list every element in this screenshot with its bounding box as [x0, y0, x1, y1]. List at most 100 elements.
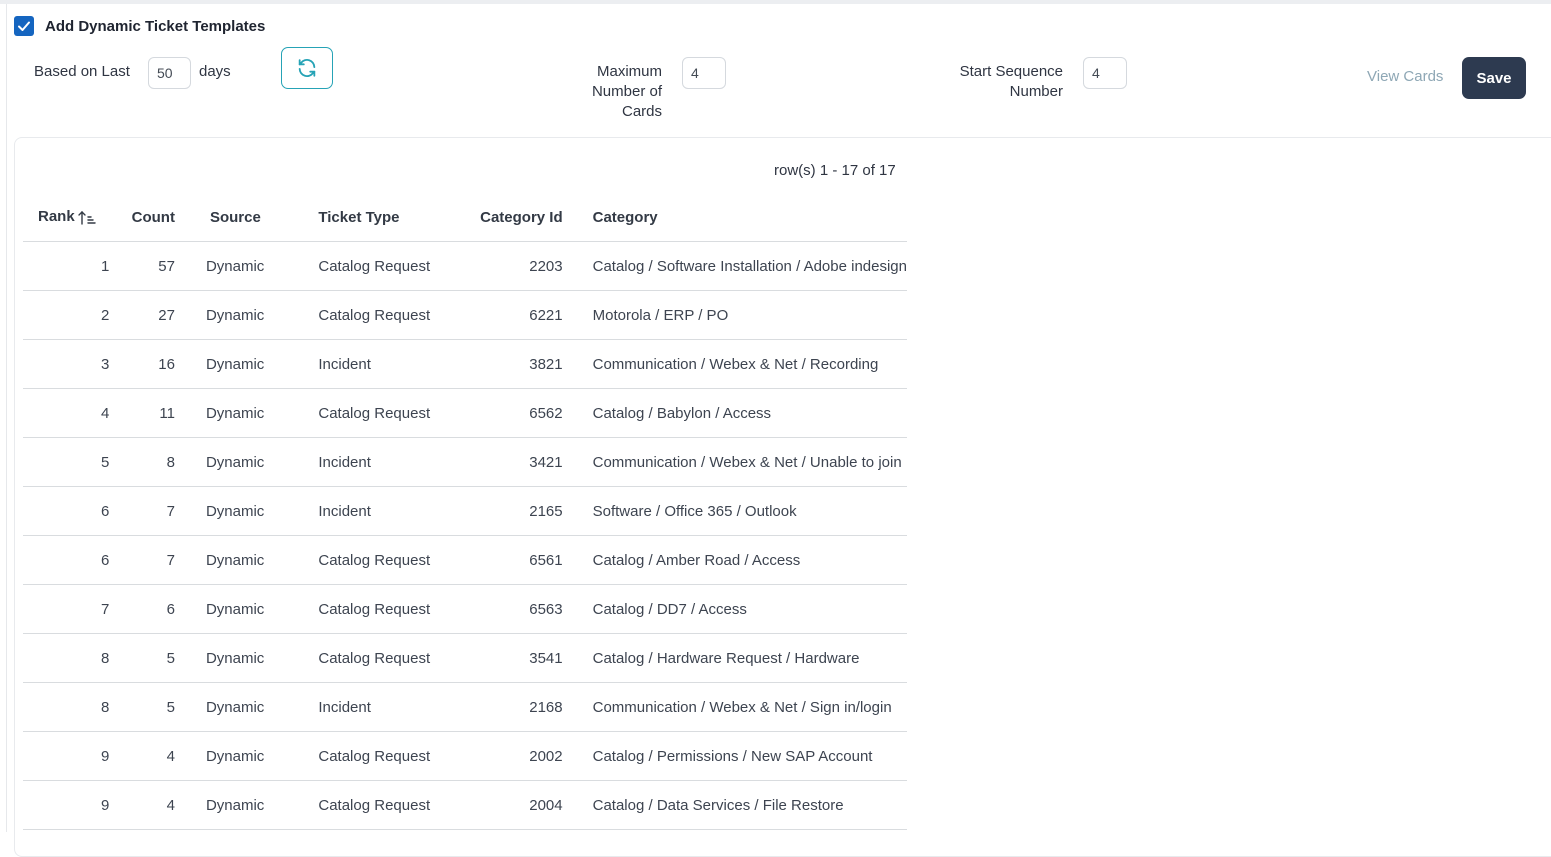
cell-category-id: 2203 — [445, 241, 563, 291]
cell-category: Software / Office 365 / Outlook — [562, 486, 907, 536]
column-header-ticket-type[interactable]: Ticket Type — [318, 193, 446, 242]
column-header-count[interactable]: Count — [109, 193, 175, 242]
cell-rank: 9 — [23, 780, 110, 830]
refresh-button[interactable] — [281, 47, 333, 89]
cell-category-id: 6562 — [445, 388, 563, 438]
start-sequence-label: Start Sequence Number — [940, 62, 1063, 102]
cell-source: Dynamic — [174, 290, 319, 340]
cell-category: Communication / Webex & Net / Recording — [562, 339, 907, 389]
cell-source: Dynamic — [174, 241, 319, 291]
cell-category: Catalog / Data Services / File Restore — [562, 780, 907, 830]
table-row[interactable]: 6 7 Dynamic Incident 2165 Software / Office 3… — [23, 486, 907, 536]
column-header-category[interactable]: Category — [562, 193, 907, 242]
cell-category-id: 3821 — [445, 339, 563, 389]
cell-ticket-type: Catalog Request — [318, 633, 446, 683]
cell-category-id: 2168 — [445, 682, 563, 732]
cell-category: Communication / Webex & Net / Sign in/lo… — [562, 682, 907, 732]
cell-ticket-type: Incident — [318, 339, 446, 389]
cell-ticket-type: Catalog Request — [318, 290, 446, 340]
cell-count: 16 — [109, 339, 175, 389]
cell-category-id: 2165 — [445, 486, 563, 536]
column-header-source[interactable]: Source — [174, 193, 319, 242]
table-body: 1 57 Dynamic Catalog Request 2203 Catalog / S… — [23, 241, 907, 830]
cell-rank: 2 — [23, 290, 110, 340]
max-cards-label-line1: Maximum — [596, 63, 662, 80]
view-cards-link[interactable]: View Cards — [1367, 68, 1443, 85]
table-row[interactable]: 2 27 Dynamic Catalog Request 6221 Motorola / … — [23, 290, 907, 340]
cell-count: 4 — [109, 731, 175, 781]
top-border — [0, 0, 1551, 4]
table-row[interactable]: 9 4 Dynamic Catalog Request 2004 Catalog / Da… — [23, 780, 907, 830]
cell-count: 11 — [109, 388, 175, 438]
cell-ticket-type: Incident — [318, 437, 446, 487]
cell-category-id: 6563 — [445, 584, 563, 634]
table-row[interactable]: 6 7 Dynamic Catalog Request 6561 Catalog / Am… — [23, 535, 907, 585]
cell-count: 8 — [109, 437, 175, 487]
table-row[interactable]: 4 11 Dynamic Catalog Request 6562 Catalog / B… — [23, 388, 907, 438]
cell-category-id: 2002 — [445, 731, 563, 781]
cell-count: 57 — [109, 241, 175, 291]
cell-source: Dynamic — [174, 633, 319, 683]
table-row[interactable]: 3 16 Dynamic Incident 3821 Communication / We… — [23, 339, 907, 389]
max-cards-label-line3: Cards — [621, 103, 662, 120]
cell-count: 5 — [109, 682, 175, 732]
column-header-rank[interactable]: Rank — [23, 193, 110, 242]
cell-count: 7 — [109, 535, 175, 585]
cell-source: Dynamic — [174, 584, 319, 634]
days-input[interactable] — [148, 57, 191, 89]
cell-ticket-type: Catalog Request — [318, 731, 446, 781]
ticket-template-table: Rank Count Source Ticket Type Category I… — [23, 193, 907, 830]
cell-rank: 6 — [23, 486, 110, 536]
cell-ticket-type: Catalog Request — [318, 780, 446, 830]
column-header-category-id[interactable]: Category Id — [445, 193, 563, 242]
max-cards-label-line2: Number of — [591, 83, 662, 100]
cell-ticket-type: Catalog Request — [318, 584, 446, 634]
cell-rank: 1 — [23, 241, 110, 291]
table-row[interactable]: 8 5 Dynamic Incident 2168 Communication / Web… — [23, 682, 907, 732]
cell-category-id: 3541 — [445, 633, 563, 683]
cell-rank: 8 — [23, 633, 110, 683]
cell-category: Catalog / Babylon / Access — [562, 388, 907, 438]
cell-category: Catalog / Amber Road / Access — [562, 535, 907, 585]
cell-category: Catalog / Software Installation / Adobe … — [562, 241, 907, 291]
table-header-row: Rank Count Source Ticket Type Category I… — [23, 193, 907, 242]
cell-source: Dynamic — [174, 731, 319, 781]
cell-category: Communication / Webex & Net / Unable to … — [562, 437, 907, 487]
cell-source: Dynamic — [174, 339, 319, 389]
table-row[interactable]: 8 5 Dynamic Catalog Request 3541 Catalog / Ha… — [23, 633, 907, 683]
cell-rank: 6 — [23, 535, 110, 585]
table-row[interactable]: 9 4 Dynamic Catalog Request 2002 Catalog / Pe… — [23, 731, 907, 781]
cell-rank: 7 — [23, 584, 110, 634]
cell-count: 27 — [109, 290, 175, 340]
dynamic-templates-toggle: Add Dynamic Ticket Templates — [14, 16, 265, 36]
cell-source: Dynamic — [174, 437, 319, 487]
cell-count: 7 — [109, 486, 175, 536]
sort-ascending-icon[interactable] — [77, 210, 96, 226]
cell-category: Catalog / DD7 / Access — [562, 584, 907, 634]
cell-ticket-type: Catalog Request — [318, 535, 446, 585]
table-row[interactable]: 7 6 Dynamic Catalog Request 6563 Catalog / DD… — [23, 584, 907, 634]
cell-ticket-type: Catalog Request — [318, 241, 446, 291]
cell-count: 4 — [109, 780, 175, 830]
check-icon — [18, 21, 30, 31]
cell-source: Dynamic — [174, 486, 319, 536]
based-on-last-label: Based on Last — [34, 63, 130, 80]
start-sequence-label-line2: Number — [1009, 83, 1063, 100]
save-button[interactable]: Save — [1462, 57, 1526, 99]
max-cards-input[interactable] — [682, 57, 726, 89]
cell-rank: 8 — [23, 682, 110, 732]
cell-source: Dynamic — [174, 682, 319, 732]
days-label: days — [199, 63, 231, 80]
cell-rank: 5 — [23, 437, 110, 487]
table-row[interactable]: 5 8 Dynamic Incident 3421 Communication / Web… — [23, 437, 907, 487]
start-sequence-input[interactable] — [1083, 57, 1127, 89]
cell-category-id: 6561 — [445, 535, 563, 585]
refresh-icon — [298, 59, 316, 77]
cell-category: Motorola / ERP / PO — [562, 290, 907, 340]
add-dynamic-templates-checkbox[interactable] — [14, 16, 34, 36]
cell-rank: 4 — [23, 388, 110, 438]
table-row[interactable]: 1 57 Dynamic Catalog Request 2203 Catalog / S… — [23, 241, 907, 291]
cell-category: Catalog / Hardware Request / Hardware — [562, 633, 907, 683]
max-cards-label: Maximum Number of Cards — [560, 62, 662, 122]
cell-ticket-type: Incident — [318, 486, 446, 536]
